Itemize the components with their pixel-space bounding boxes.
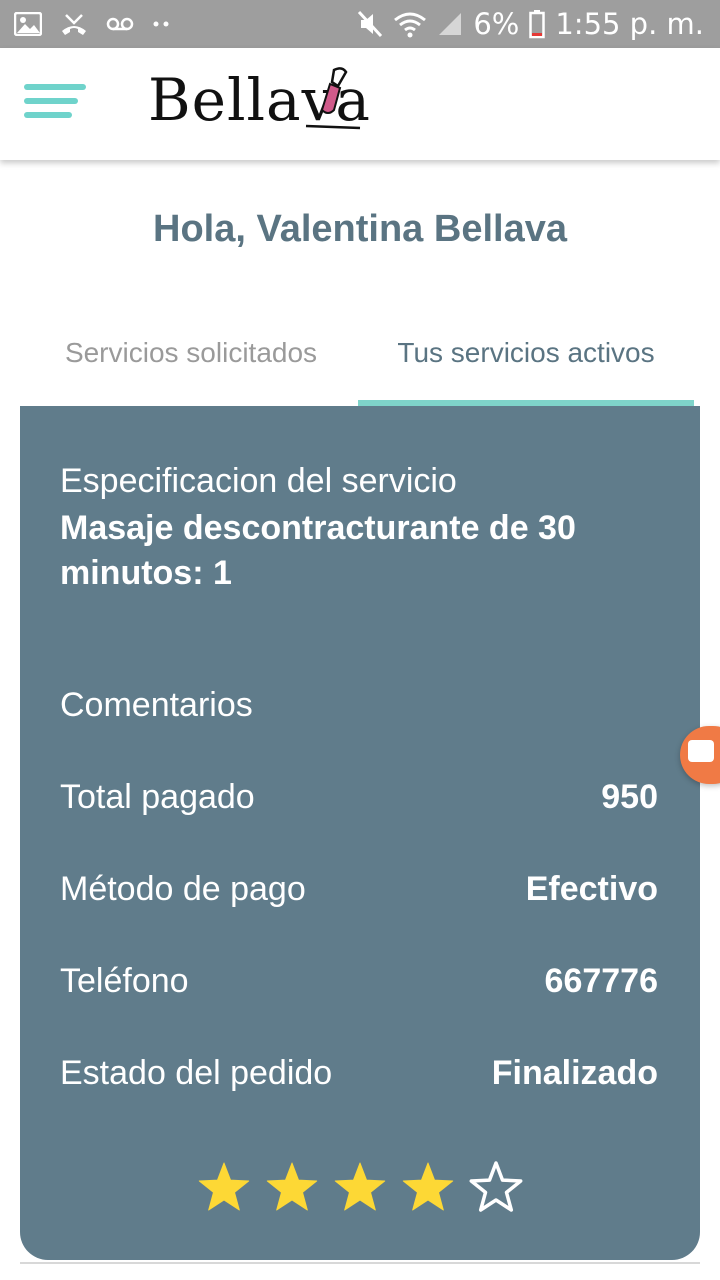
row-value: Finalizado xyxy=(491,1054,658,1092)
row-label: Método de pago xyxy=(60,870,306,908)
nail-polish-icon xyxy=(305,67,361,130)
star-filled-icon[interactable] xyxy=(196,1160,252,1216)
app-logo: Bellava xyxy=(148,64,370,144)
more-notifications-icon xyxy=(153,21,169,27)
spec-label: Especificacion del servicio xyxy=(60,462,457,500)
comments-label: Comentarios xyxy=(60,686,253,724)
star-filled-icon[interactable] xyxy=(264,1160,320,1216)
battery-percent: 6% xyxy=(473,7,520,41)
order-status-row: Estado del pedido Finalizado xyxy=(60,1054,658,1098)
status-bar: 6% 1:55 p. m. xyxy=(0,0,720,48)
row-label: Estado del pedido xyxy=(60,1054,333,1092)
star-empty-icon[interactable] xyxy=(468,1160,524,1216)
star-filled-icon[interactable] xyxy=(400,1160,456,1216)
total-paid-row: Total pagado 950 xyxy=(60,778,658,822)
clock: 1:55 p. m. xyxy=(555,7,704,41)
battery-icon xyxy=(529,10,546,39)
system-icons: 6% 1:55 p. m. xyxy=(357,4,704,44)
notification-icons xyxy=(14,8,172,40)
missed-call-icon xyxy=(62,14,86,35)
star-filled-icon[interactable] xyxy=(332,1160,388,1216)
voicemail-icon xyxy=(106,17,134,31)
row-value: 950 xyxy=(601,778,658,816)
row-label: Teléfono xyxy=(60,962,189,1000)
gallery-icon xyxy=(14,12,42,36)
payment-method-row: Método de pago Efectivo xyxy=(60,870,658,914)
divider xyxy=(20,1262,700,1264)
signal-icon xyxy=(439,13,462,35)
video-camera-icon xyxy=(688,740,714,762)
row-value: 667776 xyxy=(544,962,658,1000)
rating-stars[interactable] xyxy=(196,1160,528,1216)
row-value: Efectivo xyxy=(525,870,658,908)
wifi-icon xyxy=(394,12,427,38)
app-header: Bellava xyxy=(0,48,720,160)
row-label: Total pagado xyxy=(60,778,255,816)
mute-icon xyxy=(358,10,383,38)
service-tabs: Servicios solicitados Tus servicios acti… xyxy=(24,330,696,406)
tab-active-services[interactable]: Tus servicios activos xyxy=(358,330,694,406)
service-card: Especificacion del servicio Masaje desco… xyxy=(20,406,700,1260)
phone-row: Teléfono 667776 xyxy=(60,962,658,1006)
greeting-title: Hola, Valentina Bellava xyxy=(153,208,567,250)
tab-requested-services[interactable]: Servicios solicitados xyxy=(24,330,358,406)
menu-icon[interactable] xyxy=(24,84,86,124)
spec-value: Masaje descontracturante de 30 minutos: … xyxy=(60,509,576,592)
